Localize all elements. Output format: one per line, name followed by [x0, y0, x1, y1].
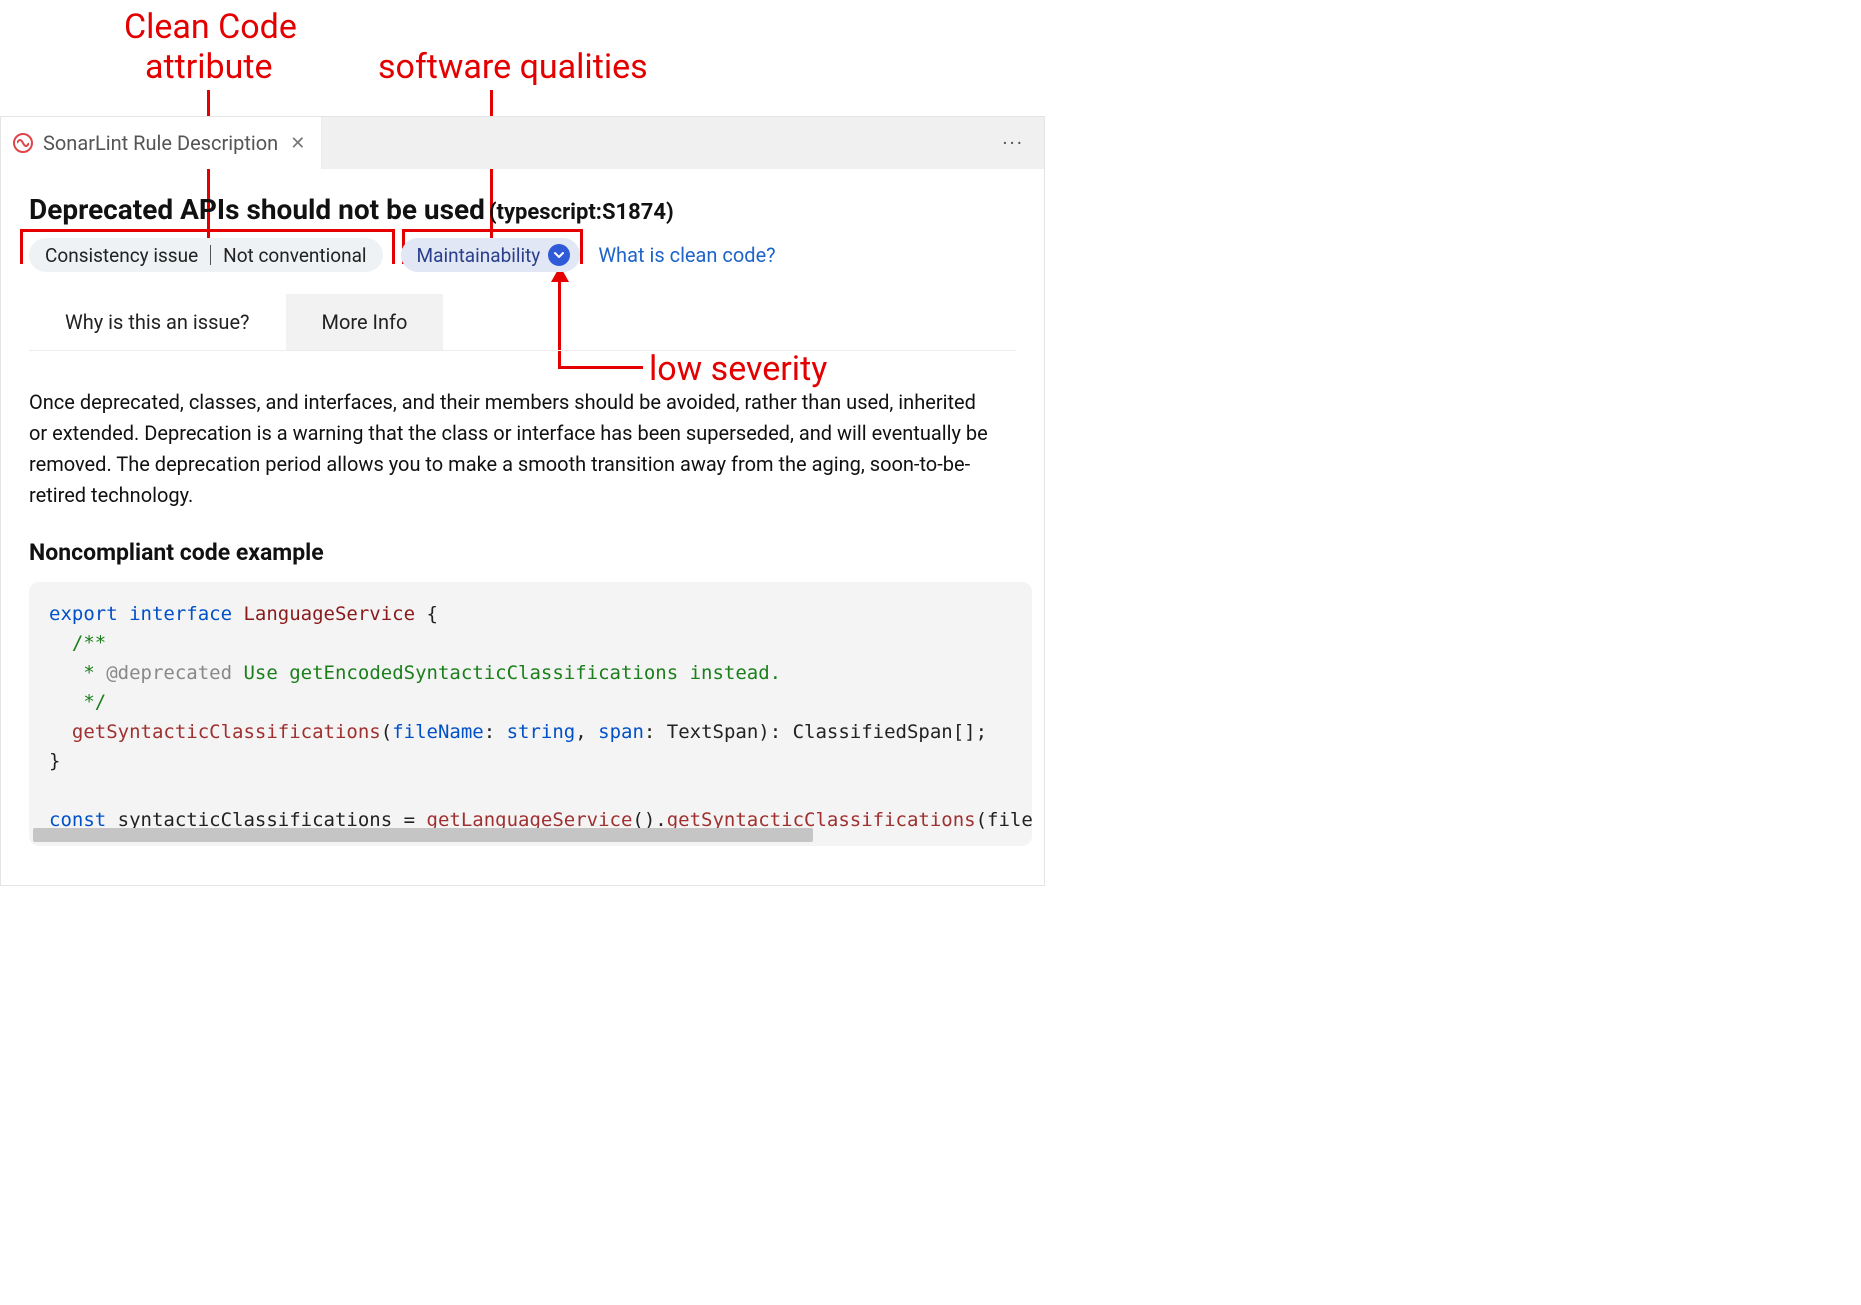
- tab-sonarlint-rule-description[interactable]: SonarLint Rule Description ✕: [1, 117, 322, 169]
- annotation-clean-code-attribute-line2: attribute: [145, 48, 273, 87]
- rule-description-text: Once deprecated, classes, and interfaces…: [29, 387, 999, 511]
- close-icon[interactable]: ✕: [288, 133, 307, 154]
- clean-code-attribute-chip[interactable]: Consistency issue Not conventional: [29, 238, 383, 272]
- sonarlint-icon: [13, 133, 33, 153]
- sonarlint-rule-panel: SonarLint Rule Description ✕ ··· Depreca…: [0, 116, 1045, 886]
- issue-type-label: Consistency issue: [45, 244, 198, 267]
- chevron-down-icon: [553, 249, 565, 261]
- editor-tabstrip: SonarLint Rule Description ✕ ···: [1, 117, 1044, 169]
- tab-more-info[interactable]: More Info: [286, 294, 444, 350]
- noncompliant-heading: Noncompliant code example: [29, 539, 1044, 566]
- rule-subtabs: Why is this an issue? More Info: [29, 294, 1016, 351]
- tab-why-is-this-an-issue[interactable]: Why is this an issue?: [29, 294, 286, 350]
- severity-indicator: [548, 244, 570, 266]
- tab-title: SonarLint Rule Description: [43, 131, 278, 155]
- rule-id: (typescript:S1874): [489, 200, 674, 225]
- quality-label: Maintainability: [417, 244, 541, 267]
- more-actions-icon[interactable]: ···: [1002, 131, 1024, 155]
- tabstrip-spacer: ···: [322, 117, 1044, 169]
- annotation-clean-code-attribute-line1: Clean Code: [124, 8, 297, 47]
- rule-title: Deprecated APIs should not be used: [29, 193, 485, 226]
- what-is-clean-code-link[interactable]: What is clean code?: [598, 243, 775, 267]
- software-quality-chip[interactable]: Maintainability: [401, 238, 581, 272]
- attribute-label: Not conventional: [223, 244, 366, 267]
- annotation-software-qualities: software qualities: [378, 48, 648, 87]
- rule-heading: Deprecated APIs should not be used (type…: [29, 193, 1016, 226]
- code-example: export interface LanguageService { /** *…: [29, 582, 1032, 846]
- chip-divider: [210, 245, 211, 265]
- rule-meta-row: Consistency issue Not conventional Maint…: [29, 238, 1016, 272]
- horizontal-scrollbar[interactable]: [33, 828, 813, 842]
